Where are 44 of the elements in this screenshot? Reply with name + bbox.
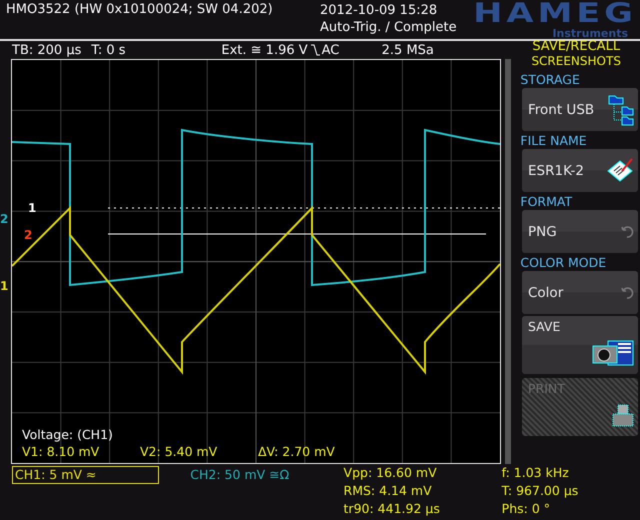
camera-disk-icon [592,340,634,366]
cursor-marker: 1 [28,202,36,214]
brand-subtitle: Instruments [552,28,628,39]
channel-marker: 1 [0,280,8,292]
device-info: HMO3522 (HW 0x10100024; SW 04.202) [6,2,273,17]
measurement-value: f: 1.03 kHz [502,464,570,482]
cycle-arrow-icon [620,224,634,238]
measurement-value: Vpp: 16.60 mV [344,464,438,482]
channel-setting[interactable]: CH2: 50 mV ≅Ω [187,466,340,484]
softkey[interactable]: Front USB [522,88,638,131]
brand-logo: HAMEG [473,0,637,28]
measurement-value: Phs: 0 ° [502,500,551,518]
cycle-arrow-icon [620,286,634,300]
softkey[interactable]: Color [522,271,638,314]
softkey[interactable]: PNG [522,210,638,253]
cursor-value: V2: 5.40 mV [140,444,218,459]
menu-heading: COLOR MODE [519,255,606,271]
menu-subtitle: SCREENSHOTS [531,54,621,68]
softkey[interactable]: SAVE [522,316,638,374]
measurement-value: T: 967.00 µs [502,482,580,500]
trigger-coupling: AC [322,42,340,58]
printer-icon [612,404,634,428]
notepad-icon [606,156,634,184]
cursor-marker: 2 [24,229,32,241]
date-time: 2012-10-09 15:28 [320,2,438,19]
channel-marker: 2 [0,213,8,225]
time-offset: T: 0 s [91,42,127,58]
cursor-value: V1: 8.10 mV [22,444,100,459]
timebase: TB: 200 µs [12,42,82,58]
menu-heading: STORAGE [519,72,580,88]
menu-heading: FILE NAME [519,133,587,149]
cursor-mode: Voltage: (CH1) [22,427,114,442]
folder-tree-icon [608,94,634,126]
sample-rate: 2.5 MSa [382,42,434,58]
menu-heading: FORMAT [519,194,572,210]
channel-setting[interactable]: CH1: 5 mV ≈ [12,466,160,484]
menu-title: SAVE/RECALL [532,39,620,54]
trigger-level: Ext. ≅ 1.96 V [221,42,308,58]
cursor-value: ΔV: 2.70 mV [258,444,335,459]
softkey[interactable]: ESR1K-2 [522,149,638,192]
measurement-value: RMS: 4.14 mV [344,482,433,500]
acquisition-status: Auto-Trig. / Complete [320,19,458,36]
measurement-value: tr90: 441.92 µs [344,500,441,518]
falling-edge-icon [310,44,320,56]
